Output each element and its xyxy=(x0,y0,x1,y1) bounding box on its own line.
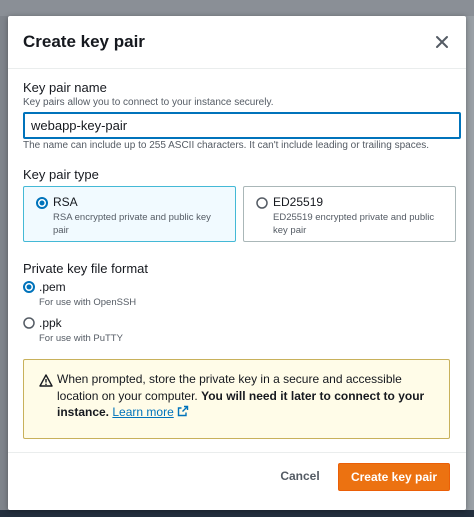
warning-icon xyxy=(39,374,53,387)
background-page-header xyxy=(0,0,474,16)
file-format-label: Private key file format xyxy=(23,261,148,276)
key-type-rsa-title: RSA xyxy=(53,195,78,209)
close-button[interactable] xyxy=(432,32,452,52)
radio-selected-icon xyxy=(36,197,48,209)
key-type-ed25519-description: ED25519 encrypted private and public key… xyxy=(273,212,435,236)
warning-alert: When prompted, store the private key in … xyxy=(23,359,450,439)
create-key-pair-button[interactable]: Create key pair xyxy=(338,463,450,491)
modal-title: Create key pair xyxy=(23,32,145,51)
key-name-label: Key pair name xyxy=(23,80,107,95)
file-format-pem-description: For use with OpenSSH xyxy=(39,297,137,308)
key-name-constraint: The name can include up to 255 ASCII cha… xyxy=(23,140,430,151)
key-type-rsa-description: RSA encrypted private and public key pai… xyxy=(53,212,211,236)
key-type-tile-ed25519[interactable]: ED25519 ED25519 encrypted private and pu… xyxy=(243,186,456,242)
background-page-footer xyxy=(0,510,474,517)
alert-message: When prompted, store the private key in … xyxy=(57,371,427,421)
create-key-pair-modal: Create key pair Key pair name Key pairs … xyxy=(8,16,466,510)
key-name-description: Key pairs allow you to connect to your i… xyxy=(23,97,274,108)
external-link-icon xyxy=(177,405,188,417)
file-format-ppk-label: .ppk xyxy=(39,316,62,330)
radio-selected-icon xyxy=(23,281,35,293)
file-format-ppk-description: For use with PuTTY xyxy=(39,333,123,344)
key-type-tile-rsa[interactable]: RSA RSA encrypted private and public key… xyxy=(23,186,236,242)
modal-footer: Cancel Create key pair xyxy=(8,452,466,511)
radio-unselected-icon xyxy=(23,317,35,329)
key-type-ed25519-title: ED25519 xyxy=(273,195,324,209)
key-type-label: Key pair type xyxy=(23,167,99,182)
learn-more-link[interactable]: Learn more xyxy=(112,405,188,419)
modal-header: Create key pair xyxy=(8,16,466,69)
cancel-button[interactable]: Cancel xyxy=(278,465,322,487)
learn-more-link-text: Learn more xyxy=(112,405,174,419)
radio-unselected-icon xyxy=(256,197,268,209)
key-name-input[interactable] xyxy=(23,112,461,139)
file-format-pem-label: .pem xyxy=(39,280,66,294)
close-icon xyxy=(436,36,448,48)
